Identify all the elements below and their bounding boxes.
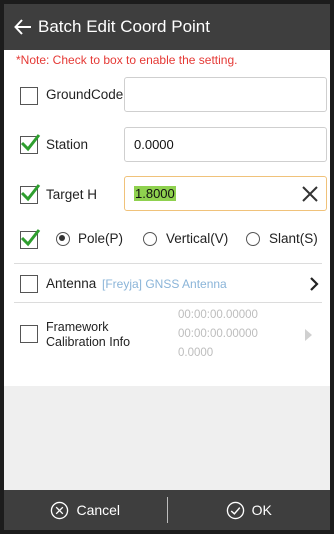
back-arrow-icon[interactable] (14, 18, 32, 36)
ok-label: OK (251, 502, 272, 518)
station-label: Station (46, 137, 89, 152)
antenna-value: [Freyja] GNSS Antenna (102, 277, 227, 291)
cancel-button[interactable]: Cancel (4, 490, 167, 530)
vertical-radio[interactable] (143, 232, 157, 246)
framework-checkbox[interactable] (20, 325, 38, 343)
antenna-checkbox[interactable] (20, 275, 38, 293)
framework-value-3: 0.0000 (178, 347, 214, 359)
measure-mode-checkbox[interactable] (20, 229, 41, 249)
framework-value-1: 00:00:00.00000 (178, 309, 258, 321)
pole-label: Pole(P) (78, 231, 124, 246)
page-title: Batch Edit Coord Point (38, 17, 210, 36)
ground-code-label: GroundCode (46, 87, 124, 102)
target-h-input[interactable]: 1.8000 (124, 176, 327, 211)
clear-icon[interactable] (300, 184, 320, 204)
bottom-action-bar: Cancel OK (4, 490, 330, 530)
measure-mode-row: Pole(P) Vertical(V) Slant(S) (4, 222, 330, 258)
checkmark-icon (20, 184, 41, 202)
checkmark-icon (20, 229, 41, 247)
slant-radio[interactable] (246, 232, 260, 246)
check-circle-icon (226, 501, 244, 519)
play-arrow-icon[interactable] (305, 329, 312, 341)
pole-radio[interactable] (56, 232, 70, 246)
title-bar: Batch Edit Coord Point (4, 4, 330, 50)
cancel-circle-icon (51, 501, 69, 519)
antenna-label: Antenna (46, 276, 97, 291)
chevron-right-icon[interactable] (308, 277, 320, 291)
framework-row[interactable]: Framework Calibration Info 00:00:00.0000… (4, 303, 330, 385)
antenna-row[interactable]: Antenna [Freyja] GNSS Antenna (4, 264, 330, 302)
target-h-value: 1.8000 (134, 186, 176, 201)
checkmark-icon (20, 134, 41, 152)
target-h-row: Target H 1.8000 (4, 171, 330, 221)
ground-code-checkbox[interactable] (20, 87, 38, 105)
target-h-label: Target H (46, 187, 98, 202)
station-input[interactable]: 0.0000 (124, 127, 327, 162)
framework-label-line2: Calibration Info (46, 335, 131, 349)
vertical-label: Vertical(V) (166, 231, 229, 246)
empty-area (4, 386, 330, 492)
station-value: 0.0000 (134, 137, 174, 152)
cancel-label: Cancel (76, 502, 121, 518)
slant-label: Slant(S) (269, 231, 318, 246)
target-h-checkbox[interactable] (20, 184, 41, 204)
ground-code-input[interactable] (124, 77, 327, 112)
station-checkbox[interactable] (20, 134, 41, 154)
station-row: Station 0.0000 (4, 120, 330, 170)
framework-label-line1: Framework (46, 320, 109, 334)
framework-value-2: 00:00:00.00000 (178, 328, 258, 340)
ground-code-row: GroundCode (4, 70, 330, 120)
app-window: Batch Edit Coord Point *Note: Check to b… (0, 0, 334, 534)
ok-button[interactable]: OK (168, 490, 331, 530)
note-text: *Note: Check to box to enable the settin… (16, 53, 238, 67)
